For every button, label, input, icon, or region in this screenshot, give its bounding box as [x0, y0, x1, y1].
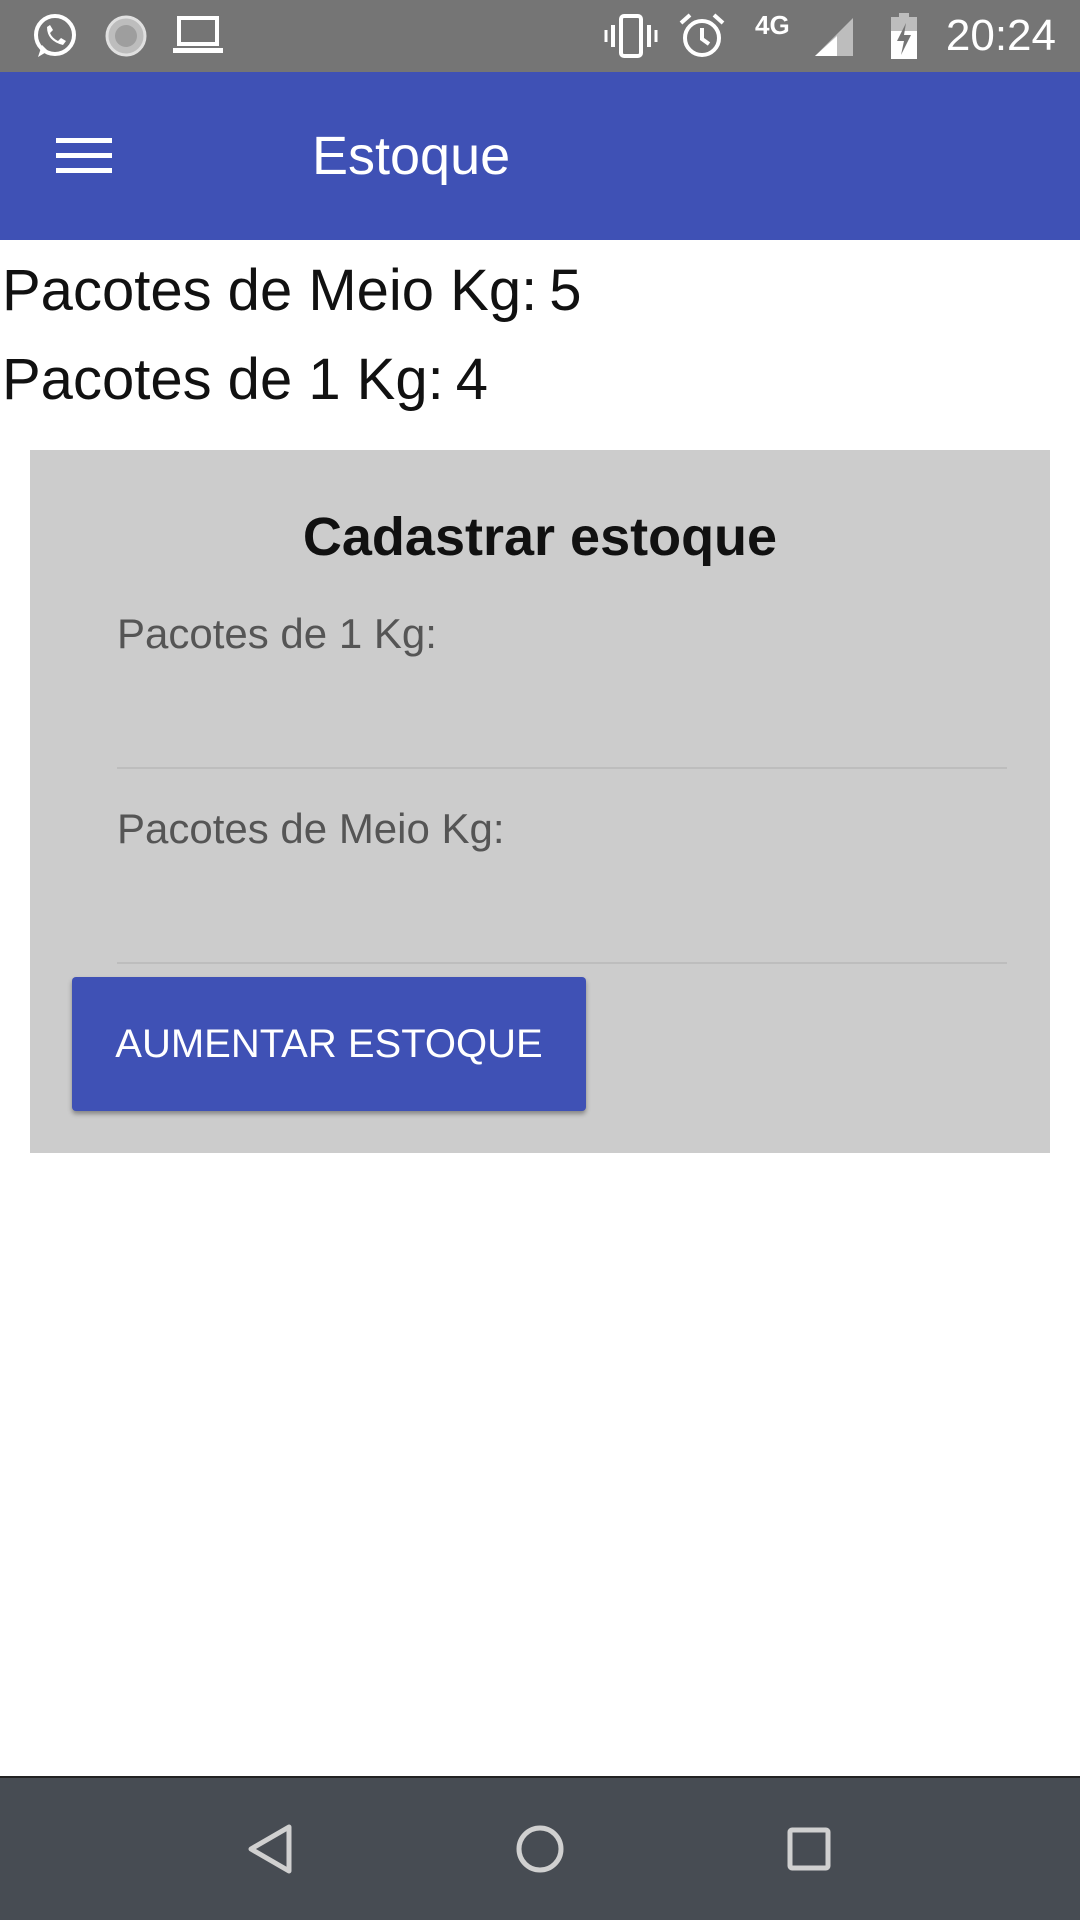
- stock-one-kg-label: Pacotes de 1 Kg:: [2, 347, 444, 412]
- whatsapp-icon: [26, 0, 82, 72]
- half-kg-field-label: Pacotes de Meio Kg:: [117, 805, 505, 852]
- one-kg-input[interactable]: [117, 697, 1007, 769]
- system-nav-bar: [0, 1776, 1080, 1920]
- app-bar: Estoque: [0, 72, 1080, 240]
- page-title: Estoque: [312, 126, 511, 186]
- status-bar: 4G 20:24: [0, 0, 1080, 72]
- battery-charging-icon: [886, 0, 922, 72]
- hamburger-menu-icon[interactable]: [40, 116, 128, 196]
- status-time: 20:24: [945, 11, 1056, 60]
- signal-icon: [810, 0, 856, 72]
- half-kg-input[interactable]: [117, 892, 1007, 964]
- card-title: Cadastrar estoque: [302, 507, 778, 567]
- stock-one-kg-value: 4: [455, 347, 489, 412]
- loading-icon: [100, 0, 152, 72]
- one-kg-field-label: Pacotes de 1 Kg:: [117, 610, 437, 657]
- recents-icon[interactable]: [729, 1778, 889, 1920]
- stock-half-kg-label: Pacotes de Meio Kg:: [2, 258, 538, 323]
- back-icon[interactable]: [190, 1778, 350, 1920]
- screen: 4G 20:24 Estoque Pacotes de Meio Kg: 5 P…: [0, 0, 1080, 1920]
- register-stock-card: Cadastrar estoque Pacotes de 1 Kg: Pacot…: [30, 450, 1050, 1153]
- stock-half-kg-line: Pacotes de Meio Kg: 5: [2, 262, 581, 320]
- vibrate-icon: [603, 0, 659, 72]
- stock-one-kg-line: Pacotes de 1 Kg: 4: [2, 351, 488, 409]
- network-type-label: 4G: [755, 10, 790, 40]
- increase-stock-button[interactable]: AUMENTAR ESTOQUE: [72, 977, 586, 1111]
- laptop-icon: [170, 0, 226, 72]
- stock-half-kg-value: 5: [549, 258, 582, 323]
- home-icon[interactable]: [460, 1778, 620, 1920]
- alarm-icon: [674, 0, 730, 72]
